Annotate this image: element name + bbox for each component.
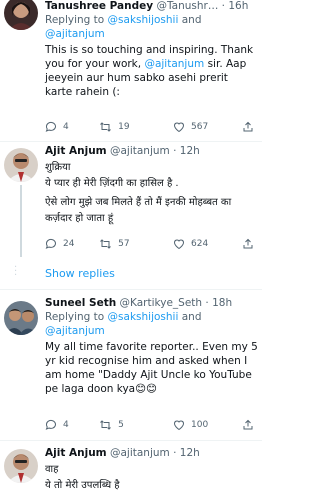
- tweet-4[interactable]: Ajit Anjum @ajitanjum · 12h वाह ये तो मे…: [0, 447, 262, 496]
- mention-link[interactable]: @ajitanjum: [45, 28, 105, 40]
- mention-link[interactable]: @sakshijoshii: [108, 311, 179, 323]
- tweet-time[interactable]: 16h: [228, 0, 248, 12]
- thread-line: [20, 185, 22, 257]
- avatar-ajit-anjum[interactable]: [4, 148, 38, 182]
- author-name[interactable]: Tanushree Pandey: [45, 0, 153, 12]
- tweet-actions: 24 57 624: [45, 237, 254, 251]
- tweet-actions: 4 19 567: [45, 120, 254, 134]
- like-button[interactable]: 567: [173, 121, 242, 133]
- share-icon: [243, 121, 253, 132]
- tweet-text: This is so touching and inspiring. Thank…: [45, 44, 254, 98]
- author-handle[interactable]: @Tanushr…: [156, 0, 218, 12]
- share-icon: [243, 238, 253, 249]
- reply-icon: [45, 419, 56, 430]
- like-icon: [174, 122, 185, 133]
- like-count: 624: [191, 239, 209, 249]
- tweet-time[interactable]: 18h: [212, 297, 232, 309]
- retweet-icon: [100, 122, 112, 132]
- reply-icon: [45, 121, 56, 132]
- avatar-tanushree[interactable]: [4, 0, 38, 30]
- retweet-count: 57: [118, 239, 130, 249]
- author-name[interactable]: Suneel Seth: [45, 297, 116, 309]
- like-button[interactable]: 100: [173, 419, 242, 431]
- retweet-icon: [100, 420, 112, 430]
- like-button[interactable]: 624: [173, 238, 242, 250]
- more-replies-dots: · · ·: [14, 262, 19, 281]
- retweet-button[interactable]: 57: [99, 238, 173, 250]
- avatar-ajit-anjum[interactable]: [4, 449, 38, 483]
- share-button[interactable]: [242, 419, 254, 431]
- retweet-count: 5: [118, 420, 124, 430]
- author-name[interactable]: Ajit Anjum: [45, 145, 107, 157]
- divider: [0, 440, 262, 441]
- tweet-1[interactable]: Tanushree Pandey @Tanushr… · 16h Replyin…: [0, 0, 262, 138]
- retweet-icon: [100, 239, 112, 249]
- like-icon: [174, 239, 185, 250]
- tweet-text: शुक्रिया ये प्यार ही मेरी ज़िंदगी का हास…: [45, 162, 232, 224]
- like-count: 567: [191, 122, 209, 132]
- mention-link[interactable]: @ajitanjum: [144, 58, 204, 70]
- reply-button[interactable]: 4: [45, 419, 99, 431]
- author-handle[interactable]: @ajitanjum: [110, 145, 170, 157]
- divider: [0, 141, 262, 142]
- share-button[interactable]: [242, 121, 254, 133]
- divider: [0, 289, 262, 290]
- reply-count: 24: [63, 239, 75, 249]
- mention-link[interactable]: @ajitanjum: [45, 325, 105, 337]
- author-name[interactable]: Ajit Anjum: [45, 447, 107, 459]
- reply-button[interactable]: 24: [45, 238, 99, 250]
- tweet-2-header: Ajit Anjum @ajitanjum · 12h: [45, 145, 200, 157]
- reply-icon: [45, 238, 56, 249]
- share-icon: [243, 419, 253, 430]
- author-handle[interactable]: @ajitanjum: [110, 447, 170, 459]
- retweet-button[interactable]: 19: [99, 121, 173, 133]
- tweet-3[interactable]: Suneel Seth @Kartikye_Seth · 18h Replyin…: [0, 297, 262, 437]
- tweet-1-header: Tanushree Pandey @Tanushr… · 16h: [45, 0, 249, 12]
- like-icon: [174, 420, 185, 431]
- tweet-2[interactable]: Ajit Anjum @ajitanjum · 12h शुक्रिया ये …: [0, 145, 262, 257]
- reply-button[interactable]: 4: [45, 121, 99, 133]
- tweet-3-header: Suneel Seth @Kartikye_Seth · 18h: [45, 297, 233, 309]
- tweet-text: My all time favorite reporter.. Even my …: [45, 341, 258, 395]
- retweet-count: 19: [118, 122, 130, 132]
- reply-count: 4: [63, 122, 69, 132]
- share-button[interactable]: [242, 238, 254, 250]
- tweet-actions: 4 5 100: [45, 418, 254, 432]
- show-replies-link[interactable]: Show replies: [45, 267, 115, 280]
- tweet-time[interactable]: 12h: [180, 145, 200, 157]
- author-handle[interactable]: @Kartikye_Seth: [120, 297, 203, 309]
- replying-to: Replying to @sakshijoshii and @ajitanjum: [45, 14, 202, 40]
- tweet-4-header: Ajit Anjum @ajitanjum · 12h: [45, 447, 200, 459]
- reply-count: 4: [63, 420, 69, 430]
- retweet-button[interactable]: 5: [99, 419, 173, 431]
- avatar-suneel-seth[interactable]: [4, 301, 38, 335]
- replying-to: Replying to @sakshijoshii and @ajitanjum: [45, 311, 202, 337]
- like-count: 100: [191, 420, 209, 430]
- tweet-time[interactable]: 12h: [180, 447, 200, 459]
- mention-link[interactable]: @sakshijoshii: [108, 14, 179, 26]
- tweet-text: वाह ये तो मेरी उपलब्धि है: [45, 464, 120, 491]
